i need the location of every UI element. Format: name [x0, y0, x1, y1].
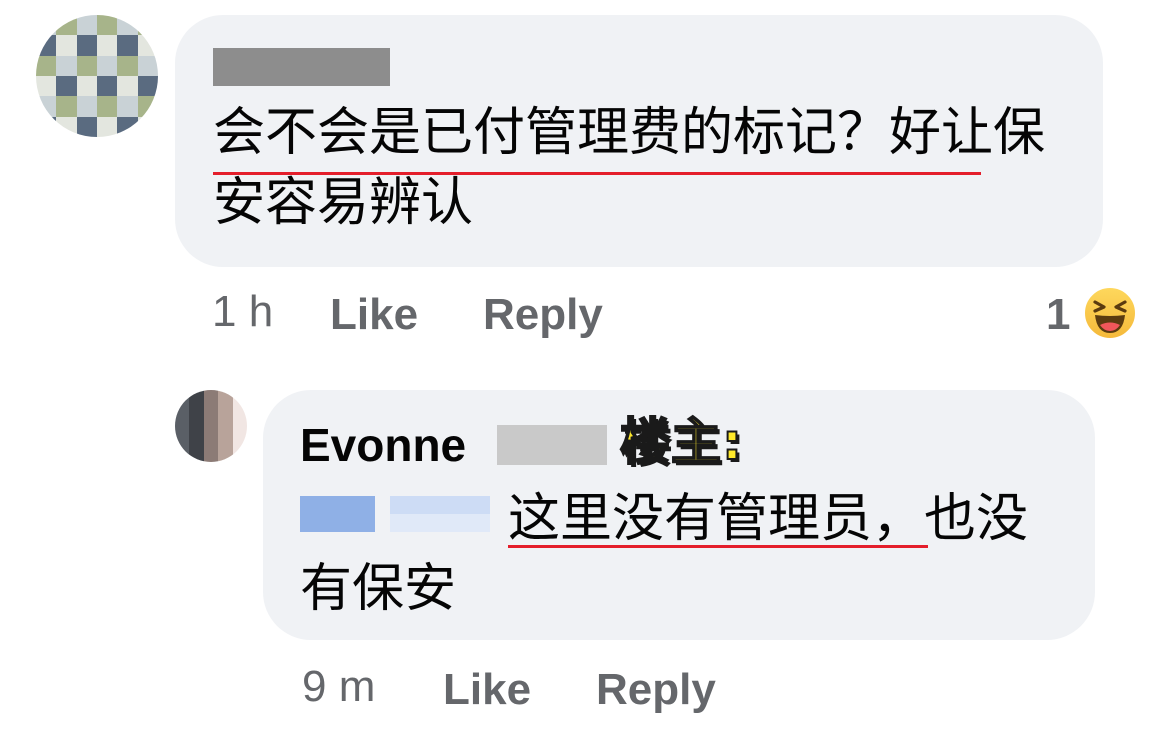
reaction-count[interactable]: 1 [1046, 290, 1070, 340]
like-button[interactable]: Like [330, 290, 418, 340]
avatar[interactable] [175, 390, 247, 462]
comment-timestamp[interactable]: 1 h [212, 287, 273, 337]
reply-button[interactable]: Reply [483, 290, 603, 340]
redacted-author-name[interactable] [213, 48, 390, 86]
red-underline-annotation [213, 172, 981, 175]
haha-emoji-icon[interactable] [1083, 286, 1137, 340]
like-button[interactable]: Like [443, 665, 531, 715]
op-tag-annotation: 楼主: [619, 412, 743, 472]
reply-text: 这里没有管理员，也没有保安 [300, 484, 1070, 624]
reply-author-name[interactable]: Evonne [300, 418, 466, 472]
reply-button[interactable]: Reply [596, 665, 716, 715]
red-underline-annotation [508, 545, 928, 548]
comment-thread: 会不会是已付管理费的标记？好让保安容易辨认 1 h Like Reply 1 E… [0, 0, 1170, 731]
reply-text-content: 这里没有管理员，也没有保安 [300, 489, 1029, 619]
redacted-author-surname[interactable] [497, 425, 607, 465]
reply-timestamp[interactable]: 9 m [302, 662, 375, 712]
comment-text: 会不会是已付管理费的标记？好让保安容易辨认 [213, 103, 1046, 233]
avatar[interactable] [36, 15, 158, 137]
